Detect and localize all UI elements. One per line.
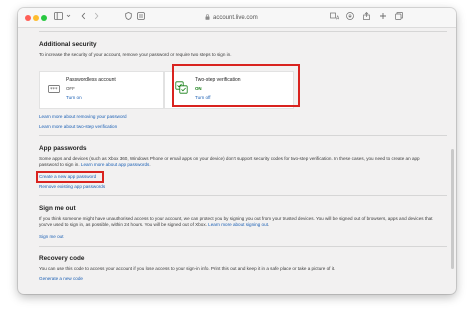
learn-two-step-link[interactable]: Learn more about two-step verification [39,124,439,130]
passwordless-status: OFF [66,86,75,91]
divider [39,246,447,247]
page-content: Additional security To increase the secu… [18,29,456,294]
forward-icon[interactable] [94,12,99,24]
passwordless-turn-on-link[interactable]: Turn on [66,95,82,101]
app-passwords-heading: App passwords [39,145,87,152]
shield-icon[interactable] [125,12,132,24]
back-icon[interactable] [81,12,86,24]
translate-icon[interactable]: A [330,12,340,24]
scrollbar-thumb[interactable] [451,149,454,269]
svg-text:A: A [336,16,339,21]
tabs-icon[interactable] [395,12,403,24]
two-step-highlight-box [172,64,300,107]
minimize-window-button[interactable] [33,15,39,21]
passwordless-title: Passwordless account [66,77,116,83]
svg-text:***: *** [50,87,58,93]
password-field-icon: *** [48,85,60,93]
sidebar-icon[interactable] [54,12,63,24]
new-tab-icon[interactable] [379,12,387,24]
reader-icon[interactable] [137,12,145,24]
divider [39,31,447,32]
divider [39,135,447,136]
remove-app-passwords-link[interactable]: Remove existing app passwords [39,184,439,190]
sign-me-out-description-period: . [267,222,270,227]
sign-me-out-link[interactable]: Sign me out [39,234,439,240]
browser-toolbar: account.live.com A [18,8,456,28]
sign-me-out-description-line1: If you think someone might have unauthor… [39,216,407,221]
additional-security-description: To increase the security of your account… [39,52,232,57]
divider [39,195,447,196]
additional-security-heading: Additional security [39,41,97,48]
share-icon[interactable] [363,12,370,24]
learn-app-passwords-link[interactable]: Learn more about app passwords [81,162,149,167]
browser-window: account.live.com A Additional security T… [18,8,456,294]
recovery-code-heading: Recovery code [39,255,85,262]
create-app-password-highlight-box [36,171,104,183]
sign-me-out-heading: Sign me out [39,205,76,212]
sign-me-out-description: If you think someone might have unauthor… [39,216,439,228]
zoom-window-button[interactable] [41,15,47,21]
app-passwords-description-period: . [149,162,151,167]
chevron-down-icon[interactable] [66,12,71,24]
lock-icon [205,14,210,20]
passwordless-card: *** Passwordless account OFF Turn on [39,71,164,109]
download-icon[interactable] [346,12,354,24]
address-bar-url[interactable]: account.live.com [213,13,258,23]
learn-signing-out-link[interactable]: Learn more about signing out [208,222,268,227]
recovery-code-description: You can use this code to access your acc… [39,266,336,271]
close-window-button[interactable] [25,15,31,21]
app-passwords-description: Some apps and devices (such as Xbox 360,… [39,156,439,168]
generate-new-code-link[interactable]: Generate a new code [39,276,439,282]
learn-remove-password-link[interactable]: Learn more about removing your password [39,114,439,120]
app-passwords-description-line1: Some apps and devices (such as Xbox 360,… [39,156,411,161]
